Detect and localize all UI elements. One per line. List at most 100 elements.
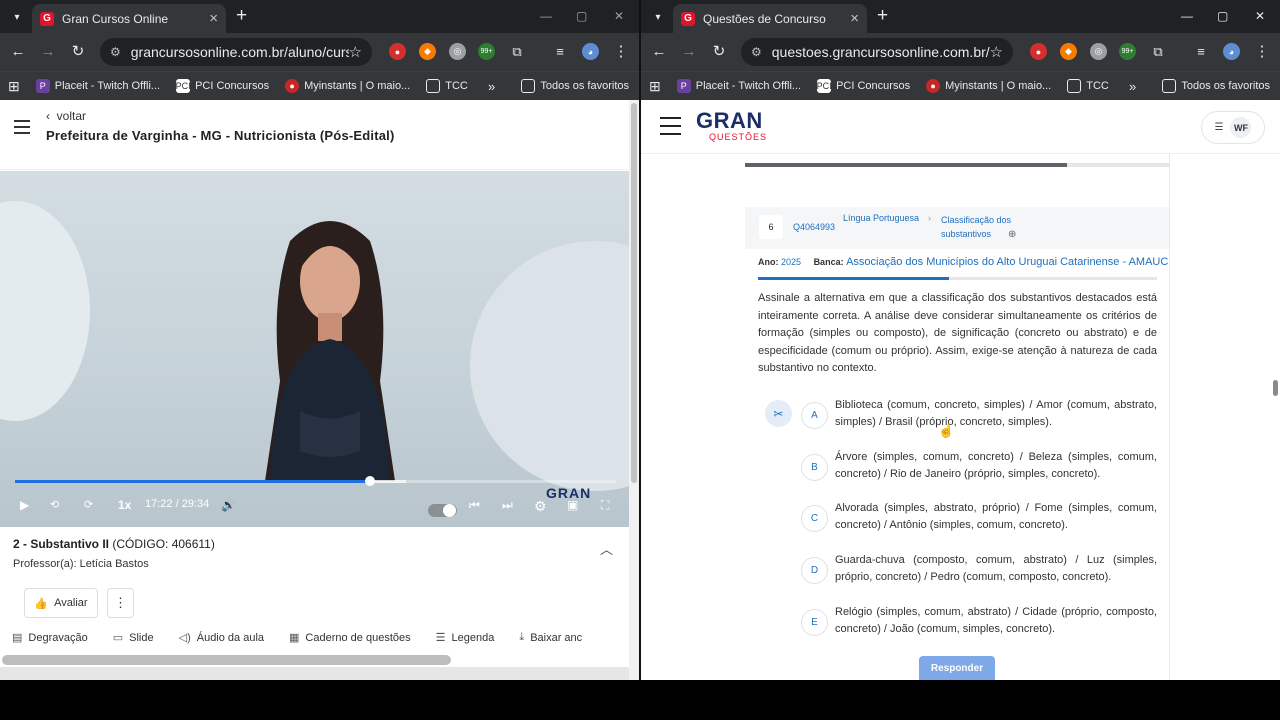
address-bar[interactable]: ⚙ questoes.grancursosonline.com.br/alu..… bbox=[741, 38, 1013, 66]
extension-badge-icon[interactable]: 99+ bbox=[478, 43, 495, 60]
bookmark-star-icon[interactable]: ☆ bbox=[349, 43, 362, 61]
extension-orange-icon[interactable]: ◆ bbox=[419, 43, 436, 60]
bookmark-tcc[interactable]: TCC bbox=[1067, 79, 1109, 93]
extension-red-icon[interactable]: ● bbox=[1030, 43, 1047, 60]
question-id-link[interactable]: Q4064993 bbox=[793, 222, 835, 232]
forward-10-icon[interactable]: ⟳ bbox=[84, 498, 93, 511]
apps-grid-icon[interactable]: ⊞ bbox=[8, 78, 20, 95]
option-letter[interactable]: C bbox=[801, 505, 828, 532]
back-arrow-icon[interactable]: ← bbox=[649, 42, 669, 62]
more-bookmarks-icon[interactable]: » bbox=[488, 79, 495, 94]
tab-legenda[interactable]: ☰ Legenda bbox=[436, 631, 495, 645]
expand-plus-icon[interactable]: ⊕ bbox=[1008, 229, 1016, 240]
scrollbar-thumb[interactable] bbox=[1273, 380, 1278, 396]
extension-orange-icon[interactable]: ◆ bbox=[1060, 43, 1077, 60]
next-icon[interactable]: ⏭ bbox=[502, 498, 513, 513]
chrome-menu-icon[interactable]: ⋮ bbox=[611, 42, 631, 62]
new-tab-icon[interactable]: + bbox=[877, 5, 888, 27]
extension-globe-icon[interactable]: ◎ bbox=[1090, 43, 1107, 60]
extension-badge-icon[interactable]: 99+ bbox=[1119, 43, 1136, 60]
bookmark-tcc[interactable]: TCC bbox=[426, 79, 468, 93]
address-bar[interactable]: ⚙ grancursosonline.com.br/aluno/curso/..… bbox=[100, 38, 372, 66]
maximize-icon[interactable]: ▢ bbox=[1217, 9, 1228, 23]
tab-audio[interactable]: ◁) Áudio da aula bbox=[179, 631, 264, 645]
close-tab-icon[interactable]: × bbox=[850, 11, 859, 26]
scissors-icon[interactable]: ✂ bbox=[765, 400, 792, 427]
back-arrow-icon[interactable]: ← bbox=[8, 42, 28, 62]
hamburger-menu-icon[interactable] bbox=[14, 120, 30, 138]
all-favorites[interactable]: Todos os favoritos bbox=[521, 79, 629, 93]
media-control-icon[interactable]: ≡ bbox=[1191, 42, 1211, 62]
apps-grid-icon[interactable]: ⊞ bbox=[649, 78, 661, 95]
close-window-icon[interactable]: ✕ bbox=[1255, 9, 1265, 23]
settings-gear-icon[interactable]: ⚙ bbox=[534, 498, 547, 515]
autoplay-toggle[interactable] bbox=[428, 504, 457, 517]
option-letter[interactable]: D bbox=[801, 557, 828, 584]
close-tab-icon[interactable]: × bbox=[209, 11, 218, 26]
more-bookmarks-icon[interactable]: » bbox=[1129, 79, 1136, 94]
forward-arrow-icon[interactable]: → bbox=[38, 42, 58, 62]
profile-avatar[interactable]: ◕ bbox=[582, 43, 599, 60]
tab-search-icon[interactable]: ▾ bbox=[6, 6, 28, 28]
gran-questoes-logo[interactable]: GRAN QUESTÕES bbox=[696, 110, 767, 143]
option-letter[interactable]: A bbox=[801, 402, 828, 429]
reload-icon[interactable]: ↻ bbox=[68, 42, 88, 62]
option-d[interactable]: D Guarda-chuva (composto, comum, abstrat… bbox=[801, 552, 1157, 592]
bookmark-myinstants[interactable]: ● Myinstants | O maio... bbox=[285, 79, 410, 93]
close-window-icon[interactable]: ✕ bbox=[614, 9, 624, 23]
site-info-icon[interactable]: ⚙ bbox=[110, 45, 121, 59]
reload-icon[interactable]: ↻ bbox=[709, 42, 729, 62]
option-c[interactable]: C Alvorada (simples, abstrato, próprio) … bbox=[801, 500, 1157, 540]
new-tab-icon[interactable]: + bbox=[236, 5, 247, 27]
hamburger-menu-icon[interactable] bbox=[660, 117, 681, 141]
rate-button[interactable]: 👍 Avaliar bbox=[24, 588, 98, 618]
user-menu-button[interactable]: ☰ WF bbox=[1201, 111, 1265, 144]
volume-icon[interactable]: 🔊 bbox=[221, 498, 236, 512]
tab-questoes[interactable]: G Questões de Concurso × bbox=[673, 4, 867, 33]
video-scrub-handle[interactable] bbox=[364, 476, 375, 486]
tab-search-icon[interactable]: ▾ bbox=[647, 6, 669, 28]
play-icon[interactable]: ▶ bbox=[20, 498, 29, 512]
option-letter[interactable]: B bbox=[801, 454, 828, 481]
tab-degravacao[interactable]: ▤ Degravação bbox=[12, 631, 88, 645]
tab-gran-cursos[interactable]: G Gran Cursos Online × bbox=[32, 4, 226, 33]
speed-button[interactable]: 1x bbox=[118, 498, 131, 512]
site-info-icon[interactable]: ⚙ bbox=[751, 45, 762, 59]
chrome-menu-icon[interactable]: ⋮ bbox=[1252, 42, 1272, 62]
scrollbar-thumb[interactable] bbox=[631, 103, 637, 483]
extensions-puzzle-icon[interactable]: ⧉ bbox=[507, 42, 527, 62]
vertical-scrollbar[interactable] bbox=[629, 100, 639, 680]
banca-link[interactable]: Associação dos Municípios do Alto Urugua… bbox=[846, 256, 1168, 268]
chevron-up-icon[interactable]: ︿ bbox=[600, 539, 613, 558]
more-options-icon[interactable]: ⋮ bbox=[107, 588, 134, 618]
minimize-icon[interactable]: — bbox=[1181, 9, 1193, 23]
option-a[interactable]: A Biblioteca (comum, concreto, simples) … bbox=[801, 397, 1157, 437]
bookmark-placeit[interactable]: P Placeit - Twitch Offli... bbox=[676, 79, 801, 93]
topic-link[interactable]: Classificação dos substantivos bbox=[941, 213, 1031, 241]
minimize-icon[interactable]: — bbox=[540, 9, 552, 23]
back-link[interactable]: ‹ voltar bbox=[46, 109, 86, 123]
video-progress-bar[interactable] bbox=[15, 476, 616, 486]
bookmark-myinstants[interactable]: ● Myinstants | O maio... bbox=[926, 79, 1051, 93]
option-letter[interactable]: E bbox=[801, 609, 828, 636]
bookmark-star-icon[interactable]: ☆ bbox=[990, 43, 1003, 61]
option-b[interactable]: B Árvore (simples, comum, concreto) / Be… bbox=[801, 449, 1157, 489]
year-link[interactable]: 2025 bbox=[781, 257, 801, 267]
maximize-icon[interactable]: ▢ bbox=[576, 9, 587, 23]
option-e[interactable]: E Relógio (simples, comum, abstrato) / C… bbox=[801, 604, 1157, 644]
extension-red-icon[interactable]: ● bbox=[389, 43, 406, 60]
tab-slide[interactable]: ▭ Slide bbox=[113, 631, 154, 645]
tab-baixar[interactable]: ⤓ Baixar anc bbox=[519, 631, 582, 644]
previous-icon[interactable]: ⏮ bbox=[469, 498, 480, 513]
all-favorites[interactable]: Todos os favoritos bbox=[1162, 79, 1270, 93]
horizontal-scrollbar[interactable] bbox=[2, 655, 451, 665]
media-control-icon[interactable]: ≡ bbox=[550, 42, 570, 62]
subject-link[interactable]: Língua Portuguesa bbox=[843, 213, 919, 223]
bookmark-pci[interactable]: PCI PCI Concursos bbox=[176, 79, 269, 93]
tab-caderno[interactable]: ▦ Caderno de questões bbox=[289, 631, 411, 645]
video-player[interactable]: ▶ ⟲ ⟳ 1x 17:22 / 29:34 🔊 ⏮ ⏭ ⚙ ▣ ⛶ GRAN bbox=[0, 171, 629, 527]
extension-globe-icon[interactable]: ◎ bbox=[449, 43, 466, 60]
extensions-puzzle-icon[interactable]: ⧉ bbox=[1148, 42, 1168, 62]
vertical-scrollbar[interactable] bbox=[1271, 154, 1280, 680]
rewind-10-icon[interactable]: ⟲ bbox=[50, 498, 59, 511]
